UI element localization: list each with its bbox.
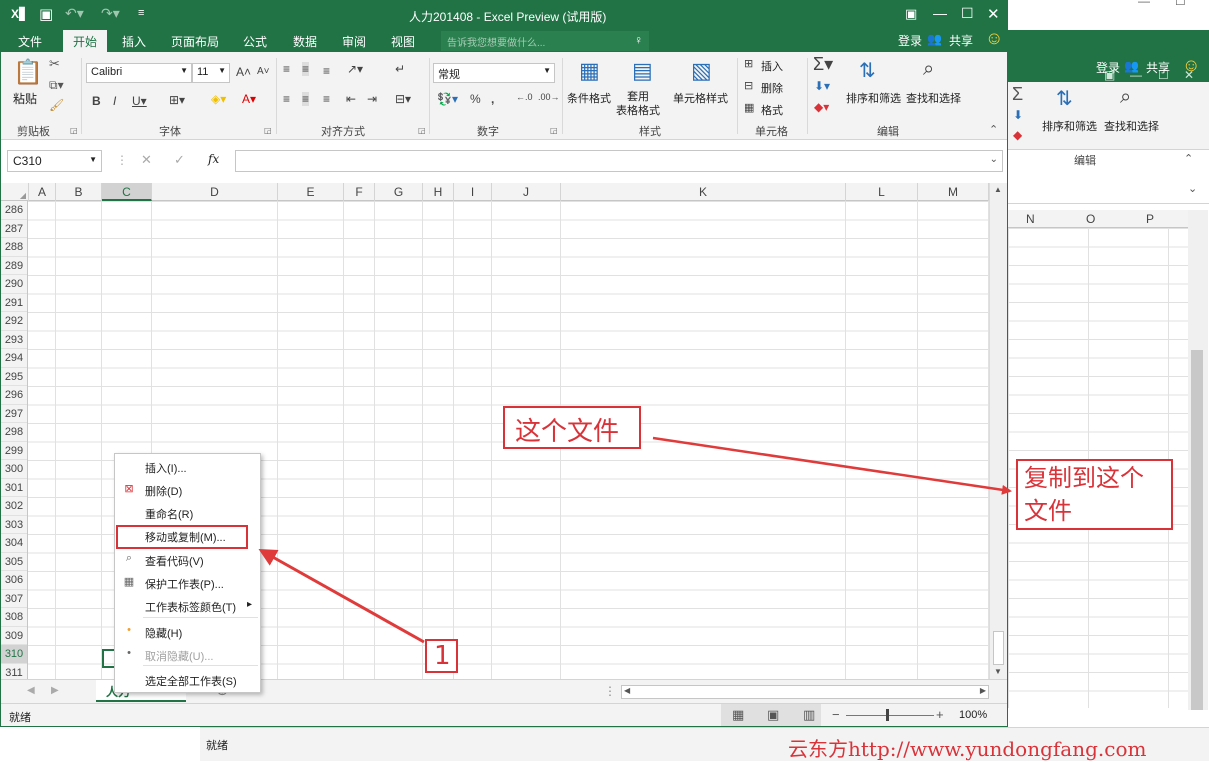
- arrow-to-move-copy: [258, 549, 425, 644]
- watermark-text: 云东方http://www.yundongfang.com: [788, 737, 1147, 761]
- watermark: 云东方http://www.yundongfang.com: [788, 733, 1146, 762]
- annotation-arrows: [258, 436, 1012, 644]
- arrow-to-target-file: [652, 436, 1012, 495]
